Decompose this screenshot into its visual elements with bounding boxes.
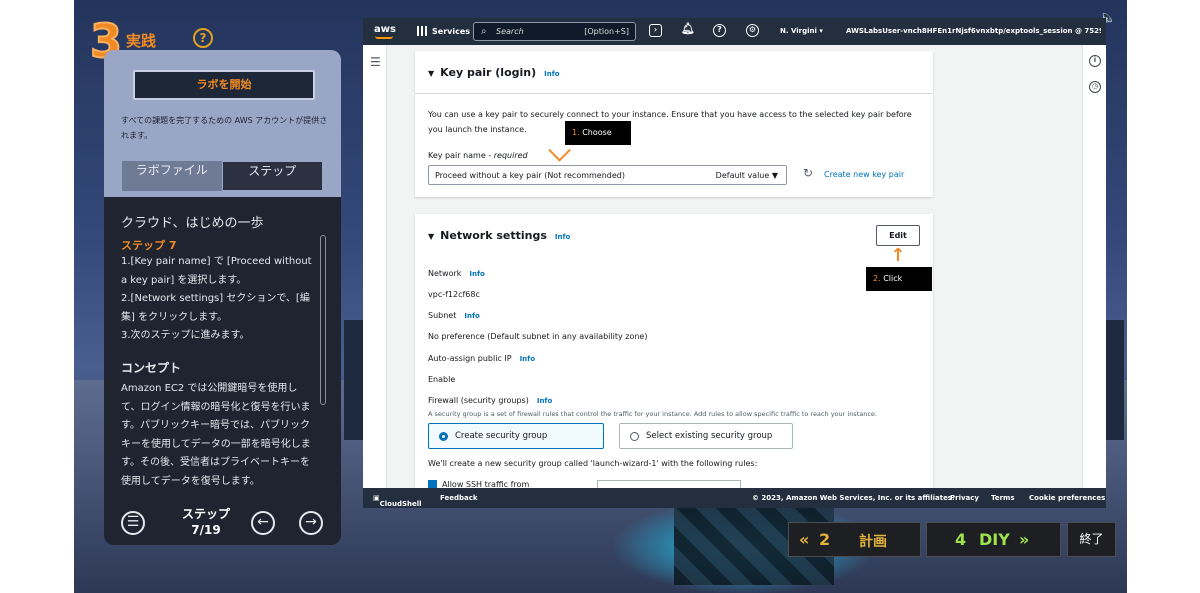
network-info-link[interactable]: Info <box>555 233 570 241</box>
account-menu[interactable]: AWSLabsUser-vnch8HFEn1rNjsf6vnxbtp/expto… <box>846 27 1101 35</box>
terms-link[interactable]: Terms <box>991 494 1015 502</box>
search-box[interactable]: ⌕ [Option+S] <box>473 22 636 41</box>
step-label: ステップ <box>181 507 230 521</box>
feedback-link[interactable]: Feedback <box>440 494 478 502</box>
tab-steps[interactable]: ステップ <box>221 161 323 191</box>
step-list-icon[interactable]: ☰ <box>121 511 145 535</box>
console-footer: ▣ CloudShell Feedback © 2023, Amazon Web… <box>363 488 1106 508</box>
collapse-caret-icon[interactable]: ▼ <box>428 232 434 241</box>
instruction-item: 2.[Network settings] セクションで、[編集] をクリックしま… <box>121 293 310 323</box>
next-step-icon[interactable]: → <box>299 511 323 535</box>
step-navigation: ☰ ステップ 7/19 ← → <box>104 497 341 545</box>
search-shortcut: [Option+S] <box>584 27 629 36</box>
network-field-info[interactable]: Info <box>469 270 484 278</box>
create-security-group-label: Create security group <box>455 431 548 441</box>
hamburger-menu-icon[interactable]: ☰ <box>370 55 381 69</box>
key-pair-card-header: ▼ Key pair (login) Info <box>415 51 933 93</box>
key-pair-selected-value: Proceed without a key pair (Not recommen… <box>435 171 625 180</box>
aws-console-window: aws Services ⌕ [Option+S] › 🔔︎ ? ⚙ N. Vi… <box>363 18 1106 508</box>
annotation-choose: 1. Choose <box>565 121 631 145</box>
services-menu[interactable]: Services <box>432 27 470 36</box>
previous-phase-label: 計画 <box>859 534 887 550</box>
double-chevron-left-icon: « <box>799 530 810 549</box>
previous-phase-button[interactable]: « 2 計画 <box>788 522 921 557</box>
refresh-icon[interactable]: ↻ <box>803 166 813 180</box>
start-lab-button[interactable]: ラボを開始 <box>133 70 315 100</box>
key-pair-title-row[interactable]: ▼ Key pair (login) Info <box>428 66 560 79</box>
public-ip-value: Enable <box>428 375 456 384</box>
key-pair-info-link[interactable]: Info <box>544 70 559 78</box>
concept-body: Amazon EC2 では公開鍵暗号を使用して、ログイン情報の暗号化と復号を行い… <box>121 383 311 487</box>
exit-button[interactable]: 終了 <box>1067 522 1116 557</box>
next-phase-label: DIY <box>979 530 1010 549</box>
phase-title: 実践 <box>126 32 157 50</box>
key-pair-select[interactable]: Proceed without a key pair (Not recommen… <box>428 165 787 185</box>
cloudshell-footer-link[interactable]: ▣ CloudShell <box>373 494 422 508</box>
info-panel-icon[interactable]: i <box>1089 55 1101 67</box>
network-settings-card: ▼ Network settings Info Edit Network Info v… <box>415 214 933 490</box>
privacy-link[interactable]: Privacy <box>950 494 979 502</box>
left-side-rail: ☰ <box>363 45 387 488</box>
cloudshell-icon[interactable]: › <box>649 24 662 37</box>
radio-selected-icon <box>439 432 448 441</box>
aws-logo-smile <box>375 36 393 39</box>
previous-phase-number: 2 <box>819 530 831 549</box>
double-chevron-right-icon: » <box>1019 530 1030 549</box>
instructions-list: 1.[Key pair name] で [Proceed without a k… <box>121 253 313 346</box>
public-ip-label-row: Auto-assign public IP Info <box>428 354 536 363</box>
subnet-value: No preference (Default subnet in any ava… <box>428 332 648 341</box>
copyright-text: © 2023, Amazon Web Services, Inc. or its… <box>752 494 955 502</box>
lab-description: すべての課題を完了するための AWS アカウントが提供されます。 <box>121 116 328 140</box>
right-side-rail: i ◷ <box>1082 45 1106 488</box>
previous-step-icon[interactable]: ← <box>251 511 275 535</box>
panel-tabs: ラボファイル ステップ <box>122 161 323 191</box>
next-phase-number: 4 <box>955 530 967 549</box>
search-input[interactable] <box>496 23 576 40</box>
annotation-click: 2. Click <box>866 267 932 291</box>
network-value: vpc-f12cf68c <box>428 290 480 299</box>
network-title-row[interactable]: ▼ Network settings Info <box>428 229 570 242</box>
next-phase-button[interactable]: 4 DIY » <box>926 522 1061 557</box>
services-grid-icon[interactable] <box>417 26 427 36</box>
firewall-label-row: Firewall (security groups) Info <box>428 396 553 405</box>
aws-logo[interactable]: aws <box>374 24 396 35</box>
instruction-item: 1.[Key pair name] で [Proceed without a k… <box>121 256 312 286</box>
step-counter: 7/19 <box>191 523 221 537</box>
region-selector[interactable]: N. Virgini ▾ <box>780 27 823 35</box>
tab-lab-files[interactable]: ラボファイル <box>122 161 222 191</box>
public-ip-info[interactable]: Info <box>520 355 535 363</box>
network-label-row: Network Info <box>428 269 485 278</box>
settings-gear-icon[interactable]: ⚙ <box>746 24 759 37</box>
arrow-up-icon: ↑ <box>890 245 906 266</box>
help-icon[interactable]: ? <box>193 28 213 48</box>
network-title: Network settings <box>440 229 547 242</box>
create-key-pair-link[interactable]: Create new key pair <box>824 170 904 179</box>
select-existing-sg-option[interactable]: Select existing security group <box>619 423 793 449</box>
subnet-info[interactable]: Info <box>464 312 479 320</box>
tutorial-panel-icon[interactable]: ◷ <box>1089 81 1101 93</box>
rules-intro: We'll create a new security group called… <box>428 459 758 468</box>
collapse-caret-icon[interactable]: ▼ <box>428 69 434 78</box>
firewall-description: A security group is a set of firewall ru… <box>428 410 877 418</box>
edit-network-button[interactable]: Edit <box>876 225 920 246</box>
cookie-preferences-link[interactable]: Cookie preferences <box>1029 494 1105 502</box>
concept-heading: コンセプト <box>121 361 182 375</box>
panel-scrollbar[interactable] <box>320 235 326 405</box>
radio-unselected-icon <box>630 432 639 441</box>
bell-icon[interactable]: 🔔︎ <box>681 23 695 37</box>
instruction-item: 3.次のステップに進みます。 <box>121 330 250 341</box>
key-pair-default-value: Default value ▼ <box>715 171 778 180</box>
firewall-info[interactable]: Info <box>537 397 552 405</box>
help-circle-icon[interactable]: ? <box>713 24 726 37</box>
select-existing-sg-label: Select existing security group <box>646 431 773 441</box>
step-instructions-panel: クラウド、はじめの一歩 ステップ 7 1.[Key pair name] で [… <box>104 197 341 545</box>
key-pair-title: Key pair (login) <box>440 66 537 79</box>
subnet-label-row: Subnet Info <box>428 311 480 320</box>
key-pair-controls: Proceed without a key pair (Not recommen… <box>415 94 933 197</box>
create-security-group-option[interactable]: Create security group <box>428 423 604 449</box>
search-icon: ⌕ <box>481 26 487 37</box>
step-heading: ステップ 7 <box>121 239 177 252</box>
content-title: クラウド、はじめの一歩 <box>121 216 264 231</box>
aws-top-nav: aws Services ⌕ [Option+S] › 🔔︎ ? ⚙ N. Vi… <box>363 18 1106 45</box>
